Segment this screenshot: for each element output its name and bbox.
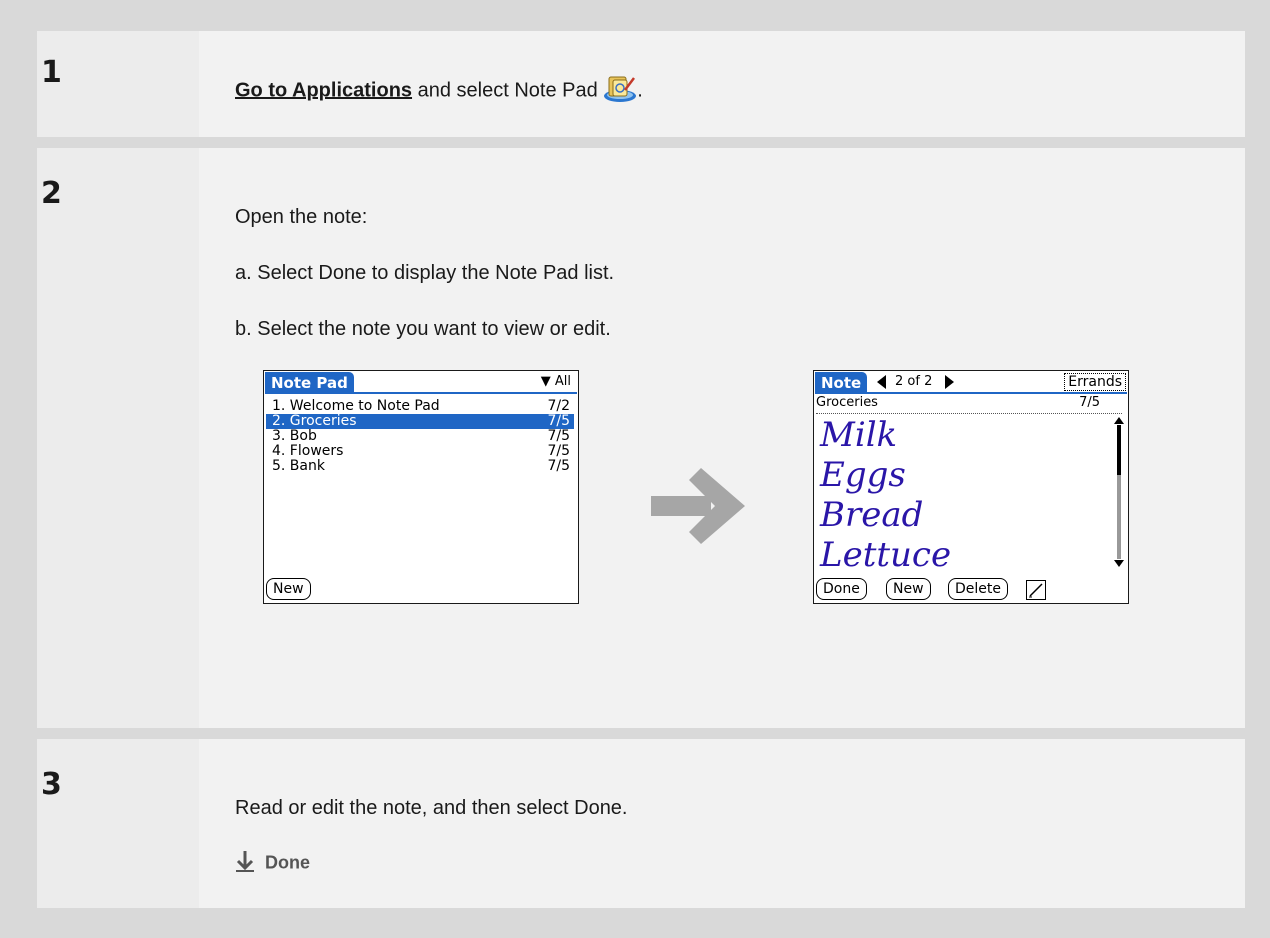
list-item[interactable]: 2. Groceries 7/5 — [266, 414, 574, 429]
category-picker[interactable]: Errands — [1064, 373, 1126, 391]
step-body: Go to Applications and select Note Pad . — [199, 31, 1245, 137]
list-item[interactable]: 1. Welcome to Note Pad 7/2 — [272, 399, 574, 414]
handwritten-line: Eggs — [820, 455, 906, 495]
done-indicator: Done — [235, 849, 310, 878]
step-number: 2 — [41, 176, 62, 211]
step-1: 1 Go to Applications and select Note Pad… — [37, 31, 1245, 137]
new-button[interactable]: New — [886, 578, 931, 600]
go-to-applications-link[interactable]: Go to Applications — [235, 79, 412, 101]
step-3-text: Read or edit the note, and then select D… — [235, 797, 628, 819]
list-item-date: 7/5 — [547, 443, 570, 459]
handwritten-line: Bread — [820, 495, 924, 535]
done-label: Done — [265, 852, 310, 873]
scrollbar[interactable] — [1114, 417, 1124, 567]
pen-icon[interactable] — [1026, 580, 1046, 600]
step-number: 1 — [41, 55, 62, 90]
list-item-label: 4. Flowers — [272, 443, 344, 459]
done-button[interactable]: Done — [816, 578, 867, 600]
list-item-label: 3. Bob — [272, 428, 317, 444]
handwritten-line: Lettuce — [820, 535, 952, 575]
step-1-text: Go to Applications and select Note Pad . — [235, 72, 643, 110]
list-item-date: 7/5 — [547, 413, 570, 429]
title-bar: Note 2 of 2 Errands — [815, 372, 1127, 394]
app-title[interactable]: Note — [815, 372, 868, 394]
list-item[interactable]: 3. Bob 7/5 — [272, 429, 574, 444]
list-item-date: 7/5 — [547, 458, 570, 474]
step-number: 3 — [41, 767, 62, 802]
step-body: Read or edit the note, and then select D… — [199, 739, 1245, 908]
list-item[interactable]: 5. Bank 7/5 — [272, 459, 574, 474]
new-button[interactable]: New — [266, 578, 311, 600]
step-2-intro: Open the note: — [235, 206, 368, 228]
handwritten-line: Milk — [820, 415, 898, 455]
title-bar: Note Pad ▼ All — [265, 372, 577, 394]
step-1-period: . — [637, 79, 643, 102]
list-item-date: 7/5 — [547, 428, 570, 444]
list-item-label: 2. Groceries — [272, 413, 357, 429]
step-1-text-after: and select Note Pad — [412, 79, 598, 102]
list-item[interactable]: 4. Flowers 7/5 — [272, 444, 574, 459]
step-2-sub-a: a. Select Done to display the Note Pad l… — [235, 262, 615, 284]
title-underline — [265, 392, 577, 394]
list-item-label: 5. Bank — [272, 458, 325, 474]
note-view-screen: Note 2 of 2 Errands Groceries 7/5 Milk E… — [813, 370, 1129, 604]
triangle-left-icon[interactable] — [877, 375, 887, 393]
handwriting-area[interactable]: Milk Eggs Bread Lettuce — [820, 415, 1090, 575]
category-picker[interactable]: ▼ All — [541, 374, 571, 389]
note-date: 7/5 — [1079, 395, 1100, 410]
step-2-sub-b: b. Select the note you want to view or e… — [235, 318, 611, 340]
note-header-row: Groceries 7/5 — [816, 395, 1122, 414]
step-2: 2 Open the note: a. Select Done to displ… — [37, 148, 1245, 728]
arrow-right-icon — [651, 468, 745, 544]
note-position: 2 of 2 — [895, 374, 933, 389]
list-item-label: 1. Welcome to Note Pad — [272, 398, 440, 414]
title-underline — [815, 392, 1127, 394]
note-pad-list-screen: Note Pad ▼ All 1. Welcome to Note Pad 7/… — [263, 370, 579, 604]
delete-button[interactable]: Delete — [948, 578, 1008, 600]
note-pad-app-icon — [603, 72, 637, 110]
triangle-right-icon[interactable] — [945, 375, 955, 393]
step-3: 3 Read or edit the note, and then select… — [37, 739, 1245, 908]
arrow-down-icon — [235, 849, 255, 878]
step-body: Open the note: a. Select Done to display… — [199, 148, 1245, 728]
app-title[interactable]: Note Pad — [265, 372, 354, 394]
note-name: Groceries — [816, 395, 878, 410]
list-item-date: 7/2 — [547, 398, 570, 414]
